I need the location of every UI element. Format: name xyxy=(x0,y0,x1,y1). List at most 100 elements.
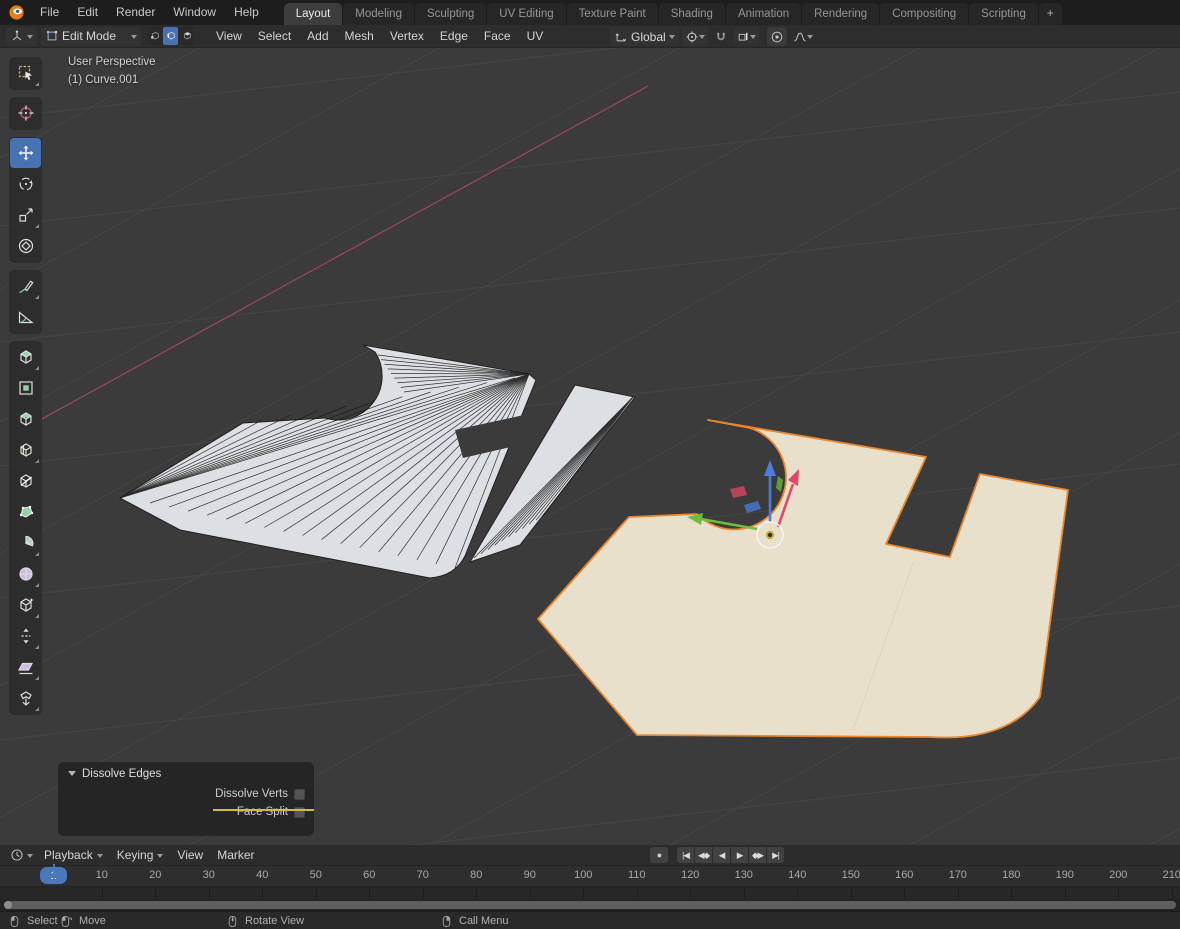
viewport-menu-mesh[interactable]: Mesh xyxy=(337,25,382,48)
tool-knife[interactable] xyxy=(10,466,41,496)
menu-file[interactable]: File xyxy=(31,0,68,25)
workspace-tab-rendering[interactable]: Rendering xyxy=(802,3,879,25)
tool-select-box[interactable] xyxy=(10,58,41,88)
timeline-editor-type-button[interactable] xyxy=(6,846,37,865)
status-hint-label: Rotate View xyxy=(245,915,304,927)
tool-loop-cut[interactable] xyxy=(10,435,41,465)
workspace-tab-scripting[interactable]: Scripting xyxy=(969,3,1038,25)
select-mode-face[interactable] xyxy=(179,27,194,45)
tool-measure[interactable] xyxy=(10,302,41,332)
snap-target-dropdown[interactable] xyxy=(734,27,759,46)
active-field-underline xyxy=(213,809,314,811)
frame-label: 190 xyxy=(1056,869,1074,881)
frame-tick xyxy=(851,887,852,899)
workspace-tab-sculpting[interactable]: Sculpting xyxy=(415,3,486,25)
menu-help[interactable]: Help xyxy=(225,0,268,25)
current-frame-line[interactable] xyxy=(53,864,55,879)
tool-spin[interactable] xyxy=(10,528,41,558)
snap-toggle-button[interactable] xyxy=(711,27,731,46)
tool-scale[interactable] xyxy=(10,200,41,230)
viewport-menu-view[interactable]: View xyxy=(208,25,250,48)
subtool-corner-icon xyxy=(35,707,39,711)
workspace-tab-animation[interactable]: Animation xyxy=(726,3,801,25)
status-hint-label: Select xyxy=(27,915,58,927)
timeline-menu-playback[interactable]: Playback xyxy=(37,848,110,862)
annotate-icon xyxy=(17,277,35,295)
add-workspace-button[interactable]: + xyxy=(1039,3,1062,25)
timeline-menu-view[interactable]: View xyxy=(170,848,210,862)
tool-transform[interactable] xyxy=(10,231,41,261)
mode-dropdown[interactable]: Edit Mode xyxy=(41,27,141,46)
frame-label: 30 xyxy=(203,869,215,881)
blender-logo-icon[interactable] xyxy=(8,4,25,21)
workspace-tab-layout[interactable]: Layout xyxy=(284,3,343,25)
viewport-menus: ViewSelectAddMeshVertexEdgeFaceUV xyxy=(208,25,551,48)
frame-tick xyxy=(102,887,103,899)
object-origin-dot xyxy=(767,532,773,538)
play-reverse-button[interactable]: ◀ xyxy=(713,847,730,863)
viewport-menu-select[interactable]: Select xyxy=(250,25,299,48)
workspace-tab-compositing[interactable]: Compositing xyxy=(880,3,968,25)
menu-label: View xyxy=(177,848,203,862)
status-hint-label: Call Menu xyxy=(459,915,509,927)
prev-keyframe-button[interactable]: ◀◆ xyxy=(695,847,712,863)
viewport-menu-add[interactable]: Add xyxy=(299,25,336,48)
menu-render[interactable]: Render xyxy=(107,0,164,25)
tool-edge-slide[interactable] xyxy=(10,590,41,620)
tool-rip-region[interactable] xyxy=(10,683,41,713)
editor-type-button[interactable] xyxy=(6,27,37,46)
pivot-point-dropdown[interactable] xyxy=(682,27,708,46)
operator-panel-header[interactable]: Dissolve Edges xyxy=(58,762,314,784)
workspace-tab-texture-paint[interactable]: Texture Paint xyxy=(567,3,658,25)
timeline-scrollbar-handle[interactable] xyxy=(4,901,12,909)
tool-rotate[interactable] xyxy=(10,169,41,199)
frame-tick xyxy=(583,887,584,899)
play-button[interactable]: ▶ xyxy=(731,847,748,863)
tool-poly-build[interactable] xyxy=(10,497,41,527)
status-hint-call-menu: Call Menu xyxy=(440,912,509,929)
timeline-tick-strip[interactable] xyxy=(0,886,1180,899)
tool-bevel[interactable] xyxy=(10,404,41,434)
viewport-menu-uv[interactable]: UV xyxy=(519,25,552,48)
workspace-tab-shading[interactable]: Shading xyxy=(659,3,725,25)
proportional-editing-button[interactable] xyxy=(767,27,787,46)
tool-shrink-fatten[interactable] xyxy=(10,621,41,651)
frame-label: 110 xyxy=(628,869,646,881)
next-keyframe-button[interactable]: ◆▶ xyxy=(749,847,766,863)
select-mode-vertex[interactable] xyxy=(147,27,162,45)
timeline-menu-marker[interactable]: Marker xyxy=(210,848,261,862)
timeline-ruler[interactable]: 1 10203040506070809010011012013014015016… xyxy=(0,866,1180,886)
falloff-dropdown[interactable] xyxy=(790,27,816,46)
tool-smooth[interactable] xyxy=(10,559,41,589)
frame-tick xyxy=(690,887,691,899)
timeline-scroll-area xyxy=(0,899,1180,911)
record-button[interactable]: ● xyxy=(650,847,668,863)
viewport-menu-vertex[interactable]: Vertex xyxy=(382,25,432,48)
playback-controls: ● |◀◀◆◀▶◆▶▶| xyxy=(650,847,784,863)
viewport-menu-face[interactable]: Face xyxy=(476,25,519,48)
jump-to-start-button[interactable]: |◀ xyxy=(677,847,694,863)
tool-move[interactable] xyxy=(10,138,41,168)
frame-tick xyxy=(1172,887,1173,899)
operator-panel[interactable]: Dissolve Edges Dissolve VertsFace Split xyxy=(58,762,314,836)
checkbox[interactable] xyxy=(294,789,305,800)
tool-annotate[interactable] xyxy=(10,271,41,301)
frame-tick xyxy=(476,887,477,899)
tool-cursor[interactable] xyxy=(10,98,41,128)
tool-inset-faces[interactable] xyxy=(10,373,41,403)
menu-edit[interactable]: Edit xyxy=(68,0,107,25)
workspace-tab-modeling[interactable]: Modeling xyxy=(343,3,414,25)
menu-label: Playback xyxy=(44,848,93,862)
timeline-scrollbar[interactable] xyxy=(4,901,1176,909)
cursor-icon xyxy=(17,104,35,122)
workspace-tab-uv-editing[interactable]: UV Editing xyxy=(487,3,565,25)
field-dissolve-verts: Dissolve Verts xyxy=(58,786,314,802)
jump-to-end-button[interactable]: ▶| xyxy=(767,847,784,863)
select-mode-edge[interactable] xyxy=(163,27,178,45)
viewport-menu-edge[interactable]: Edge xyxy=(432,25,476,48)
timeline-menu-keying[interactable]: Keying xyxy=(110,848,171,862)
tool-extrude-region[interactable] xyxy=(10,342,41,372)
tool-shear[interactable] xyxy=(10,652,41,682)
orientation-dropdown[interactable]: Global xyxy=(610,27,679,46)
menu-window[interactable]: Window xyxy=(164,0,225,25)
